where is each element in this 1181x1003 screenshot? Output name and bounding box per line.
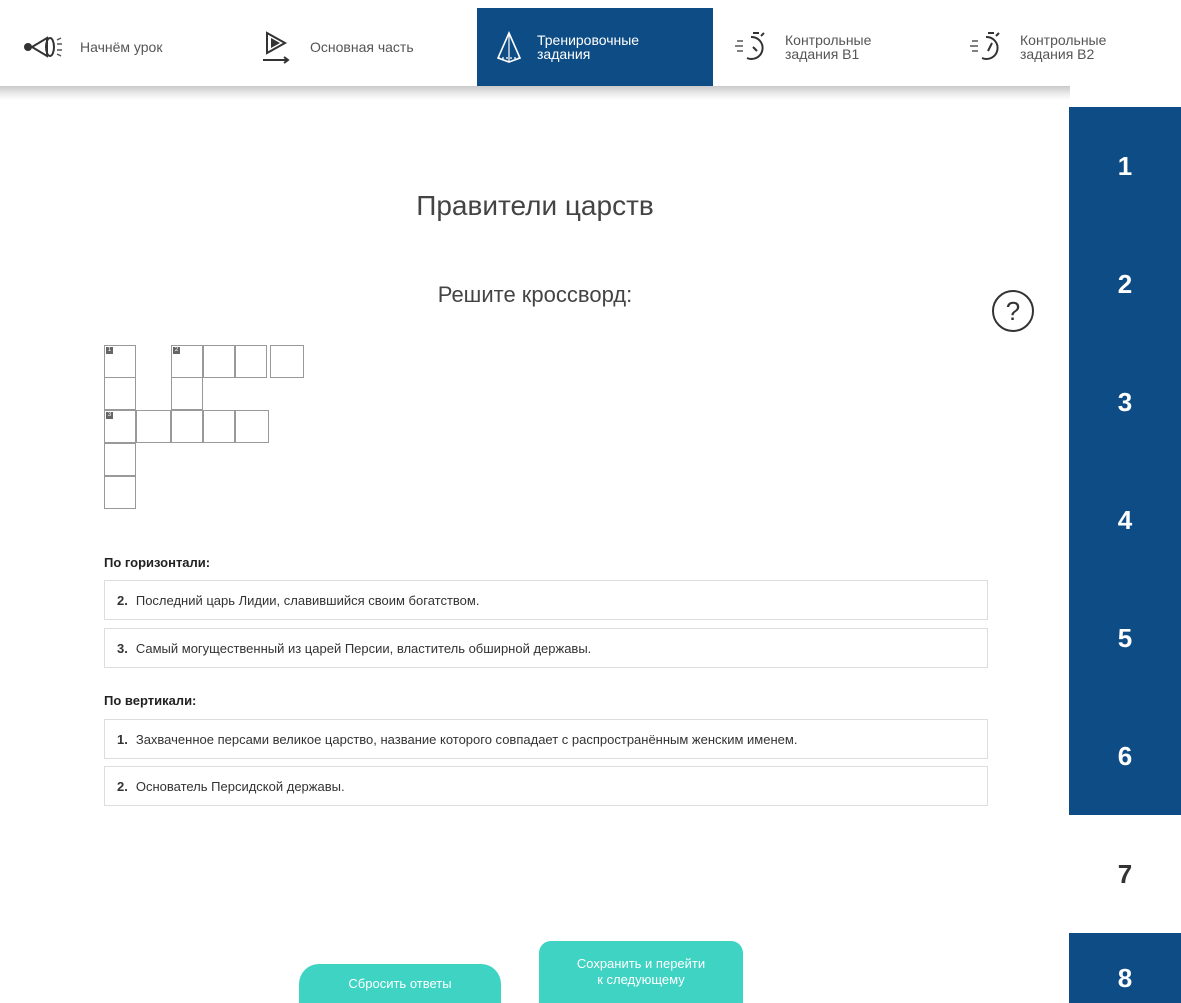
crossword-cell[interactable] bbox=[104, 377, 136, 410]
clue-text: Последний царь Лидии, славившийся своим … bbox=[135, 592, 480, 608]
crossword-cell[interactable] bbox=[203, 410, 235, 443]
sidebar-number-4[interactable]: 4 bbox=[1069, 461, 1181, 579]
nav-tab-label: Контрольные задания В1 bbox=[785, 32, 872, 62]
pyramid-icon bbox=[485, 27, 533, 67]
sidebar-number-1[interactable]: 1 bbox=[1069, 107, 1181, 225]
clue-text: Самый могущественный из царей Персии, вл… bbox=[135, 640, 592, 656]
clue-text: Захваченное персами великое царство, наз… bbox=[135, 731, 798, 747]
nav-tab-label: Контрольные задания В2 bbox=[1020, 32, 1107, 62]
vertical-clues-header: По вертикали: bbox=[104, 693, 197, 708]
crossword-cell[interactable] bbox=[171, 377, 203, 410]
clue-number: 2. bbox=[117, 592, 128, 608]
crossword-cell[interactable] bbox=[270, 345, 304, 378]
play-icon bbox=[252, 27, 300, 67]
crossword-cell[interactable]: 1 bbox=[104, 345, 136, 378]
sidebar-number-6[interactable]: 6 bbox=[1069, 697, 1181, 815]
page-subtitle: Решите кроссворд: bbox=[437, 282, 633, 307]
clue-number: 2. bbox=[117, 778, 128, 794]
nav-tab-label: Тренировочные задания bbox=[537, 32, 640, 62]
help-symbol: ? bbox=[1005, 295, 1021, 326]
stopwatch-icon bbox=[962, 27, 1010, 67]
top-navigation: Начнём урок Основная часть Тренировочные… bbox=[0, 0, 1181, 86]
nav-tab-start-lesson[interactable]: Начнём урок bbox=[22, 8, 222, 86]
save-and-next-button[interactable]: Сохранить и перейти к следующему bbox=[539, 941, 743, 1003]
flashlight-icon bbox=[22, 27, 70, 67]
nav-tab-training-tasks[interactable]: Тренировочные задания bbox=[477, 8, 713, 86]
nav-tab-control-b2[interactable]: Контрольные задания В2 bbox=[962, 8, 1172, 86]
clue-number-marker: 1 bbox=[106, 347, 113, 354]
help-icon[interactable]: ? bbox=[992, 290, 1034, 332]
crossword-cell[interactable] bbox=[104, 443, 136, 476]
nav-divider bbox=[0, 86, 1070, 100]
clue-item: 3. Самый могущественный из царей Персии,… bbox=[104, 628, 988, 668]
clue-number: 1. bbox=[117, 731, 128, 747]
reset-answers-button[interactable]: Сбросить ответы bbox=[299, 964, 501, 1003]
clue-number: 3. bbox=[117, 640, 128, 656]
crossword-cell[interactable] bbox=[136, 410, 171, 443]
page-title: Правители царств bbox=[416, 190, 654, 221]
sidebar-number-5[interactable]: 5 bbox=[1069, 579, 1181, 697]
crossword-cell[interactable] bbox=[104, 476, 136, 509]
nav-tab-label: Начнём урок bbox=[80, 39, 163, 55]
crossword-cell[interactable] bbox=[235, 345, 267, 378]
sidebar-number-2[interactable]: 2 bbox=[1069, 225, 1181, 343]
sidebar-number-3[interactable]: 3 bbox=[1069, 343, 1181, 461]
crossword-cell[interactable] bbox=[235, 410, 269, 443]
clue-text: Основатель Персидской державы. bbox=[135, 778, 345, 794]
clue-number-marker: 3 bbox=[106, 412, 113, 419]
crossword-cell[interactable] bbox=[171, 410, 203, 443]
clue-number-marker: 2 bbox=[173, 347, 180, 354]
clue-item: 1. Захваченное персами великое царство, … bbox=[104, 719, 988, 759]
nav-tab-main-part[interactable]: Основная часть bbox=[252, 8, 462, 86]
horizontal-clues-header: По горизонтали: bbox=[104, 555, 211, 570]
clue-item: 2. Основатель Персидской державы. bbox=[104, 766, 988, 806]
nav-tab-label: Основная часть bbox=[310, 39, 414, 55]
stopwatch-icon bbox=[727, 27, 775, 67]
crossword-cell[interactable]: 2 bbox=[171, 345, 203, 378]
clue-item: 2. Последний царь Лидии, славившийся сво… bbox=[104, 580, 988, 620]
sidebar-number-7-current[interactable]: 7 bbox=[1069, 815, 1181, 933]
crossword-cell[interactable] bbox=[203, 345, 235, 378]
crossword-cell[interactable]: 3 bbox=[104, 410, 136, 443]
nav-tab-control-b1[interactable]: Контрольные задания В1 bbox=[727, 8, 937, 86]
sidebar-number-8[interactable]: 8 bbox=[1069, 933, 1181, 1003]
